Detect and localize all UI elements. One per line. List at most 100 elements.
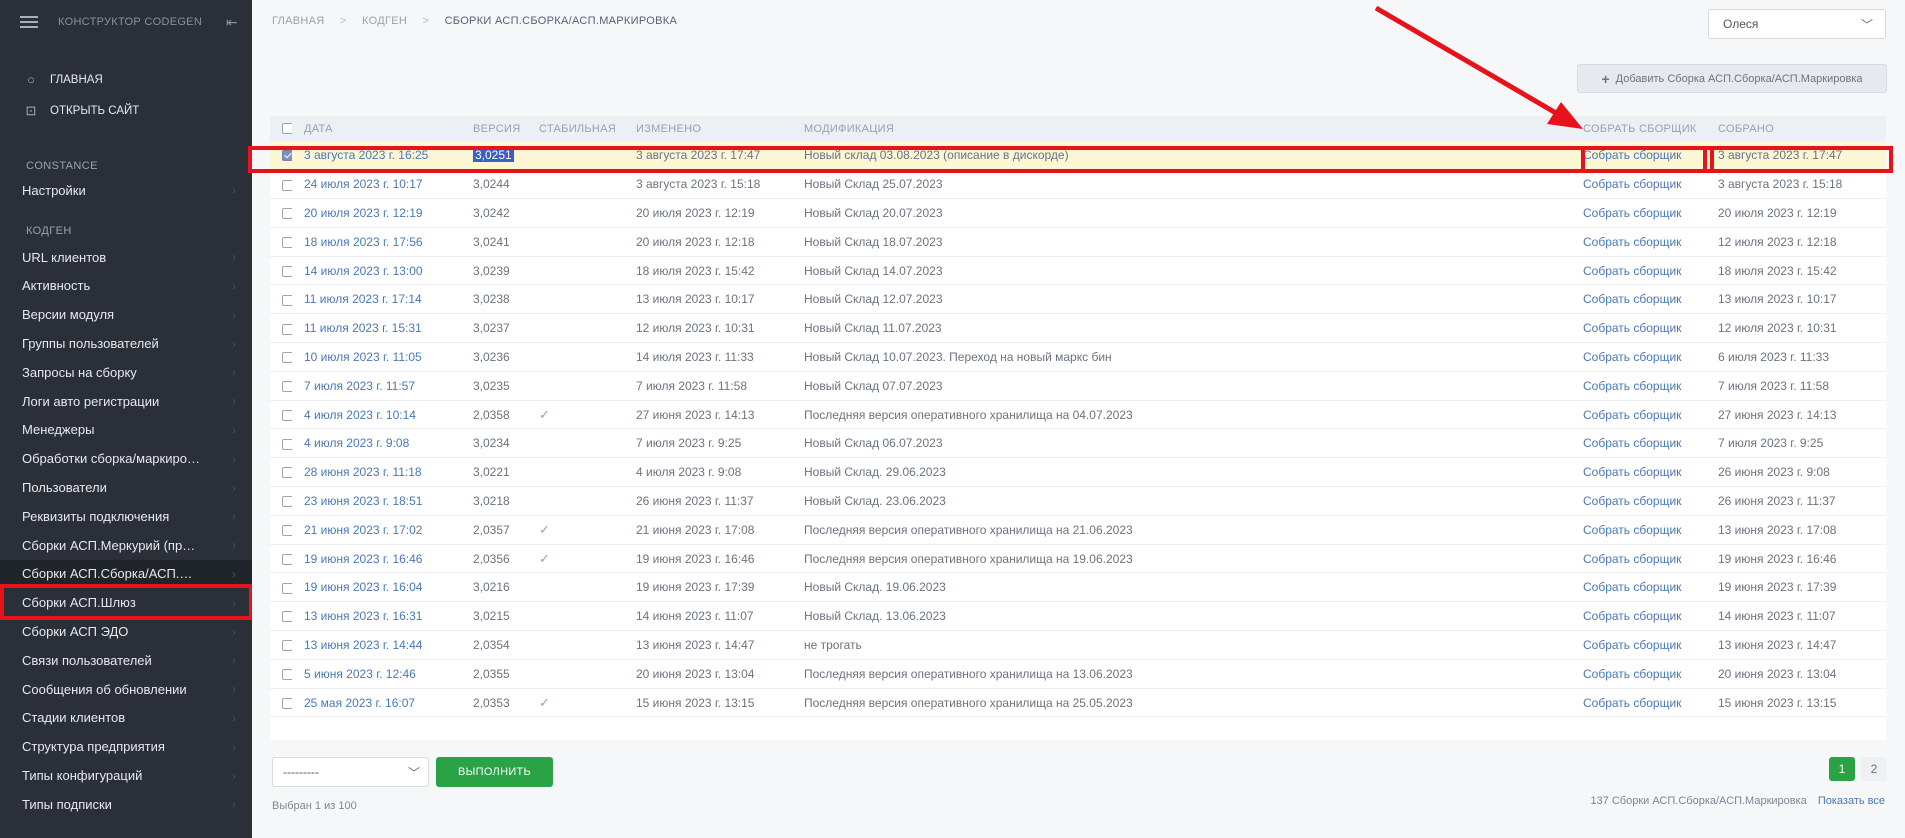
- cell-date[interactable]: 21 июня 2023 г. 17:02: [292, 515, 461, 545]
- cell-date[interactable]: 10 июля 2023 г. 11:05: [292, 342, 461, 372]
- build-collector-link[interactable]: Собрать сборщик: [1571, 313, 1706, 344]
- sidebar-item-codegen-1[interactable]: Активность ›: [0, 272, 252, 301]
- cell-date[interactable]: 18 июля 2023 г. 17:56: [292, 227, 461, 257]
- row-checkbox[interactable]: [282, 669, 292, 681]
- build-collector-link[interactable]: Собрать сборщик: [1571, 659, 1706, 689]
- cell-date[interactable]: 11 июля 2023 г. 17:14: [292, 284, 461, 315]
- build-collector-link[interactable]: Собрать сборщик: [1571, 630, 1706, 660]
- cell-date[interactable]: 14 июля 2023 г. 13:00: [292, 256, 461, 286]
- sidebar-item-codegen-4[interactable]: Запросы на сборку ›: [0, 358, 252, 387]
- row-checkbox[interactable]: [282, 409, 292, 421]
- cell-date[interactable]: 7 июля 2023 г. 11:57: [292, 371, 461, 401]
- sidebar-item-codegen-16[interactable]: Стадии клиентов ›: [0, 704, 252, 733]
- table-row[interactable]: 23 июня 2023 г. 18:51 3,0218 26 июня 2023 …: [270, 486, 1886, 516]
- cell-date[interactable]: 23 июня 2023 г. 18:51: [292, 486, 461, 516]
- row-checkbox[interactable]: [282, 697, 292, 709]
- col-date[interactable]: ДАТА: [292, 116, 461, 141]
- build-collector-link[interactable]: Собрать сборщик: [1571, 601, 1706, 632]
- row-checkbox[interactable]: [282, 208, 292, 220]
- row-checkbox[interactable]: [282, 323, 292, 335]
- col-stable[interactable]: СТАБИЛЬНАЯ: [527, 116, 624, 141]
- build-collector-link[interactable]: Собрать сборщик: [1571, 688, 1706, 718]
- row-checkbox[interactable]: [282, 179, 292, 191]
- build-collector-link[interactable]: Собрать сборщик: [1571, 141, 1706, 171]
- table-row[interactable]: 11 июля 2023 г. 15:31 3,0237 12 июля 2023 …: [270, 313, 1886, 344]
- show-all-link[interactable]: Показать все: [1818, 795, 1885, 807]
- nav-open-site[interactable]: ⊡ ОТКРЫТЬ САЙТ: [0, 95, 252, 126]
- row-checkbox[interactable]: [282, 582, 292, 594]
- table-row[interactable]: 24 июля 2023 г. 10:17 3,0244 3 августа 202…: [270, 169, 1886, 200]
- cell-date[interactable]: 25 мая 2023 г. 16:07: [292, 688, 461, 718]
- action-select[interactable]: --------- ﹀: [272, 757, 429, 787]
- cell-date[interactable]: 13 июня 2023 г. 14:44: [292, 630, 461, 660]
- table-row[interactable]: 21 июня 2023 г. 17:02 2,0357 ✓ 21 июня 2023…: [270, 515, 1886, 545]
- sidebar-item-codegen-9[interactable]: Реквизиты подключения ›: [0, 502, 252, 531]
- table-row[interactable]: 25 мая 2023 г. 16:07 2,0353 ✓ 15 июня 2023 …: [270, 688, 1886, 718]
- row-checkbox[interactable]: [282, 525, 292, 537]
- row-checkbox[interactable]: [282, 237, 292, 249]
- sidebar-item-codegen-10[interactable]: Сборки АСП.Меркурий (пр… ›: [0, 531, 252, 560]
- col-built[interactable]: СОБРАНО: [1706, 116, 1886, 141]
- sidebar-item-codegen-13[interactable]: Сборки АСП ЭДО ›: [0, 617, 252, 646]
- sidebar-item-codegen-14[interactable]: Связи пользователей ›: [0, 646, 252, 675]
- table-row[interactable]: 13 июня 2023 г. 14:44 2,0354 13 июня 2023 …: [270, 630, 1886, 660]
- row-checkbox[interactable]: [282, 150, 292, 162]
- col-build[interactable]: СОБРАТЬ СБОРЩИК: [1571, 116, 1706, 141]
- cell-date[interactable]: 3 августа 2023 г. 16:25: [292, 141, 461, 171]
- run-button[interactable]: ВЫПОЛНИТЬ: [436, 757, 553, 787]
- sidebar-item-codegen-2[interactable]: Версии модуля ›: [0, 300, 252, 329]
- user-select[interactable]: Олеся ﹀: [1708, 9, 1886, 39]
- sidebar-item-settings[interactable]: Настройки ›: [0, 176, 252, 205]
- cell-date[interactable]: 28 июня 2023 г. 11:18: [292, 457, 461, 488]
- sidebar-item-codegen-8[interactable]: Пользователи ›: [0, 473, 252, 502]
- build-collector-link[interactable]: Собрать сборщик: [1571, 544, 1706, 574]
- row-checkbox[interactable]: [282, 438, 292, 450]
- table-row[interactable]: 5 июня 2023 г. 12:46 2,0355 20 июня 2023 г…: [270, 659, 1886, 689]
- row-checkbox[interactable]: [282, 265, 292, 277]
- cell-date[interactable]: 4 июля 2023 г. 10:14: [292, 400, 461, 430]
- table-row[interactable]: 20 июля 2023 г. 12:19 3,0242 20 июля 2023 …: [270, 198, 1886, 228]
- menu-icon[interactable]: [20, 16, 38, 28]
- sidebar-item-codegen-5[interactable]: Логи авто регистрации ›: [0, 387, 252, 416]
- cell-date[interactable]: 19 июня 2023 г. 16:46: [292, 544, 461, 574]
- build-collector-link[interactable]: Собрать сборщик: [1571, 342, 1706, 372]
- table-row[interactable]: 28 июня 2023 г. 11:18 3,0221 4 июля 2023 г…: [270, 457, 1886, 488]
- build-collector-link[interactable]: Собрать сборщик: [1571, 428, 1706, 459]
- sidebar-item-codegen-0[interactable]: URL клиентов ›: [0, 243, 252, 272]
- cell-date[interactable]: 19 июня 2023 г. 16:04: [292, 572, 461, 603]
- cell-date[interactable]: 20 июля 2023 г. 12:19: [292, 198, 461, 228]
- cell-date[interactable]: 5 июня 2023 г. 12:46: [292, 659, 461, 689]
- nav-home[interactable]: ○ ГЛАВНАЯ: [0, 64, 252, 95]
- select-all-checkbox[interactable]: [282, 123, 292, 135]
- sidebar-item-codegen-6[interactable]: Менеджеры ›: [0, 416, 252, 445]
- page-2-button[interactable]: 2: [1861, 757, 1887, 781]
- sidebar-item-codegen-3[interactable]: Группы пользователей ›: [0, 329, 252, 358]
- sidebar-item-codegen-18[interactable]: Типы конфигураций ›: [0, 761, 252, 790]
- table-row[interactable]: 4 июля 2023 г. 9:08 3,0234 7 июля 2023 г. …: [270, 428, 1886, 459]
- cell-date[interactable]: 24 июля 2023 г. 10:17: [292, 169, 461, 200]
- build-collector-link[interactable]: Собрать сборщик: [1571, 227, 1706, 257]
- col-modification[interactable]: МОДИФИКАЦИЯ: [792, 116, 1571, 141]
- row-checkbox[interactable]: [282, 352, 292, 364]
- build-collector-link[interactable]: Собрать сборщик: [1571, 371, 1706, 401]
- build-collector-link[interactable]: Собрать сборщик: [1571, 486, 1706, 516]
- build-collector-link[interactable]: Собрать сборщик: [1571, 572, 1706, 603]
- table-row[interactable]: 13 июня 2023 г. 16:31 3,0215 14 июня 2023 …: [270, 601, 1886, 632]
- row-checkbox[interactable]: [282, 611, 292, 623]
- table-row[interactable]: 19 июня 2023 г. 16:46 2,0356 ✓ 19 июня 2023…: [270, 544, 1886, 574]
- table-row[interactable]: 7 июля 2023 г. 11:57 3,0235 7 июля 2023 г.…: [270, 371, 1886, 401]
- row-checkbox[interactable]: [282, 294, 292, 306]
- col-version[interactable]: ВЕРСИЯ: [461, 116, 527, 141]
- sidebar-item-codegen-15[interactable]: Сообщения об обновлении ›: [0, 675, 252, 704]
- table-row[interactable]: 10 июля 2023 г. 11:05 3,0236 14 июля 2023 …: [270, 342, 1886, 372]
- build-collector-link[interactable]: Собрать сборщик: [1571, 457, 1706, 488]
- cell-date[interactable]: 11 июля 2023 г. 15:31: [292, 313, 461, 344]
- table-row[interactable]: 3 августа 2023 г. 16:25 3,0251 3 августа 2…: [270, 141, 1886, 171]
- build-collector-link[interactable]: Собрать сборщик: [1571, 169, 1706, 200]
- row-checkbox[interactable]: [282, 381, 292, 393]
- row-checkbox[interactable]: [282, 640, 292, 652]
- col-changed[interactable]: ИЗМЕНЕНО: [624, 116, 792, 141]
- cell-date[interactable]: 13 июня 2023 г. 16:31: [292, 601, 461, 632]
- sidebar-item-codegen-12[interactable]: Сборки АСП.Шлюз ›: [0, 588, 252, 617]
- build-collector-link[interactable]: Собрать сборщик: [1571, 198, 1706, 228]
